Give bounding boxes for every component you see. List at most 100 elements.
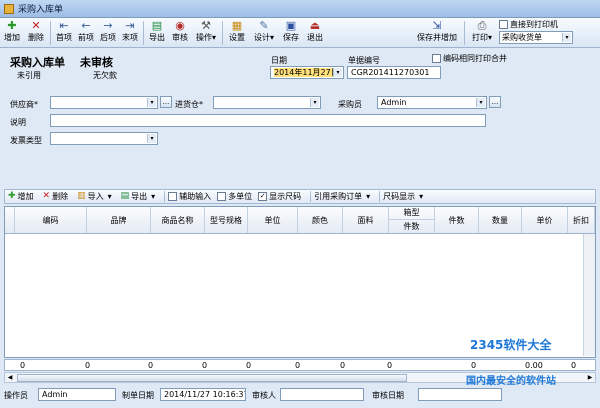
vertical-scrollbar[interactable]: [583, 234, 595, 356]
grid-delete-button[interactable]: ✕ 删除: [40, 191, 69, 202]
reference-status: 未引用: [17, 71, 41, 80]
export-button[interactable]: ▤ 导出: [146, 18, 168, 46]
toolbar-divider: [143, 21, 144, 45]
warehouse-field[interactable]: ▾: [213, 96, 321, 109]
chevron-down-icon: ▾: [419, 192, 424, 201]
toolbar-divider: [379, 191, 381, 202]
exit-button[interactable]: ⏏ 退出: [303, 18, 327, 46]
multi-unit-toggle[interactable]: 多单位: [217, 191, 252, 202]
print-template-select[interactable]: 采购收货单 ▾: [499, 31, 573, 44]
chevron-down-icon: ▾: [476, 98, 485, 107]
app-icon: [4, 3, 14, 14]
exit-icon: ⏏: [309, 19, 321, 32]
chevron-down-icon: ▾: [269, 33, 274, 42]
add-icon: ✚: [7, 19, 17, 32]
export-icon: ▤: [151, 19, 163, 32]
operations-menu-button[interactable]: ⚒ 操作▾: [192, 18, 220, 46]
merge-print-checkbox[interactable]: [432, 54, 441, 63]
created-date-field: 2014/11/27 10:16:37: [160, 388, 246, 401]
aux-input-toggle[interactable]: 辅助输入: [168, 191, 211, 202]
carton-column-header[interactable]: 箱型 件数: [389, 207, 435, 233]
column-header[interactable]: 颜色: [298, 207, 343, 233]
chevron-down-icon: ▾: [366, 192, 371, 201]
chevron-down-icon: ▾: [151, 192, 156, 201]
import-icon: ▥: [77, 191, 86, 201]
scroll-thumb[interactable]: [17, 374, 407, 382]
column-header[interactable]: 单位: [248, 207, 298, 233]
settings-icon: ▦: [231, 19, 243, 32]
ref-purchase-order-button[interactable]: 引用采购订单 ▾: [314, 191, 370, 202]
supplier-browse-button[interactable]: ...: [160, 96, 172, 108]
supplier-field[interactable]: ▾: [50, 96, 158, 109]
watermark-slogan: 国内最安全的软件站: [466, 376, 556, 387]
note-label: 说明: [10, 118, 26, 127]
scroll-right-icon[interactable]: ▶: [585, 373, 595, 382]
totals-row: 0 0 0 0 0 0 0 0 0 0.00 0: [4, 359, 596, 371]
column-header[interactable]: 件数: [435, 207, 479, 233]
column-header[interactable]: 面料: [343, 207, 389, 233]
total-value: 0: [85, 361, 91, 370]
design-menu-button[interactable]: ✎ 设计▾: [249, 18, 279, 46]
total-value: 0: [148, 361, 154, 370]
export-icon: ▤: [120, 191, 130, 201]
column-header[interactable]: 编码: [15, 207, 87, 233]
operations-icon: ⚒: [201, 19, 211, 32]
grid-export-button[interactable]: ▤ 导出 ▾: [118, 191, 156, 202]
column-header[interactable]: 单价: [522, 207, 568, 233]
save-and-add-button[interactable]: ⇲ 保存并增加: [412, 18, 462, 46]
scroll-left-icon[interactable]: ◀: [5, 373, 15, 382]
page-title: 采购入库单: [10, 56, 65, 69]
window-title: 采购入库单: [18, 5, 64, 15]
total-value: 0: [246, 361, 252, 370]
print-menu-button[interactable]: ⎙ 打印▾: [467, 18, 497, 46]
settings-button[interactable]: ▦ 设置: [225, 18, 249, 46]
total-value: 0: [20, 361, 26, 370]
operator-field: Admin: [38, 388, 116, 401]
column-header[interactable]: 数量: [479, 207, 522, 233]
multi-unit-checkbox[interactable]: [217, 192, 227, 201]
buyer-field[interactable]: Admin ▾: [377, 96, 487, 109]
delete-icon: ✕: [42, 191, 51, 201]
next-icon: →: [103, 19, 113, 32]
grid-add-button[interactable]: ✚ 增加: [5, 191, 34, 202]
add-button[interactable]: ✚ 增加: [0, 18, 24, 46]
docno-field[interactable]: CGR201411270301: [347, 66, 441, 79]
date-field[interactable]: 2014年11月27日 ▾: [270, 66, 344, 79]
last-button[interactable]: ⇥ 末项: [119, 18, 141, 46]
grid-import-button[interactable]: ▥ 导入 ▾: [74, 191, 112, 202]
prev-button[interactable]: ← 前项: [75, 18, 97, 46]
next-button[interactable]: → 后项: [97, 18, 119, 46]
created-date-label: 制单日期: [122, 391, 154, 400]
invoice-type-select[interactable]: ▾: [50, 132, 158, 145]
delete-icon: ✕: [31, 19, 41, 32]
column-header[interactable]: 折扣: [568, 207, 595, 233]
supplier-label: 供应商*: [10, 100, 38, 109]
document-header: 采购入库单 未审核 未引用 无欠款 日期 2014年11月27日 ▾ 单据编号 C…: [0, 49, 600, 187]
chevron-down-icon: ▾: [211, 33, 216, 42]
show-size-toggle[interactable]: ✓ 显示尺码: [258, 191, 301, 202]
operator-label: 操作员: [4, 391, 28, 400]
save-button[interactable]: ▣ 保存: [279, 18, 303, 46]
show-size-checkbox[interactable]: ✓: [258, 192, 268, 201]
audit-button[interactable]: ◉ 审核: [168, 18, 192, 46]
first-button[interactable]: ⇤ 首项: [53, 18, 75, 46]
auditor-label: 审核人: [252, 391, 276, 400]
direct-print-checkbox[interactable]: [499, 20, 508, 29]
buyer-browse-button[interactable]: ...: [489, 96, 501, 108]
aux-input-checkbox[interactable]: [168, 192, 178, 201]
audit-date-label: 审核日期: [372, 391, 404, 400]
add-icon: ✚: [8, 191, 16, 201]
toolbar-divider: [464, 21, 465, 45]
chevron-down-icon: ▾: [487, 33, 492, 42]
total-value: 0: [387, 361, 393, 370]
delete-button[interactable]: ✕ 删除: [24, 18, 48, 46]
toolbar-divider: [310, 191, 312, 202]
column-header[interactable]: 商品名称: [151, 207, 205, 233]
prev-icon: ←: [81, 19, 91, 32]
main-toolbar: ✚ 增加 ✕ 删除 ⇤ 首项 ← 前项 → 后项 ⇥ 末项 ▤ 导出 ◉ 审核 ⚒ 操作▾ ▦ 设置…: [0, 18, 600, 48]
calendar-dropdown-icon[interactable]: ▾: [333, 68, 342, 77]
size-display-button[interactable]: 尺码显示 ▾: [383, 191, 423, 202]
note-field[interactable]: [50, 114, 486, 127]
column-header[interactable]: 型号规格: [205, 207, 248, 233]
column-header[interactable]: 品牌: [87, 207, 151, 233]
